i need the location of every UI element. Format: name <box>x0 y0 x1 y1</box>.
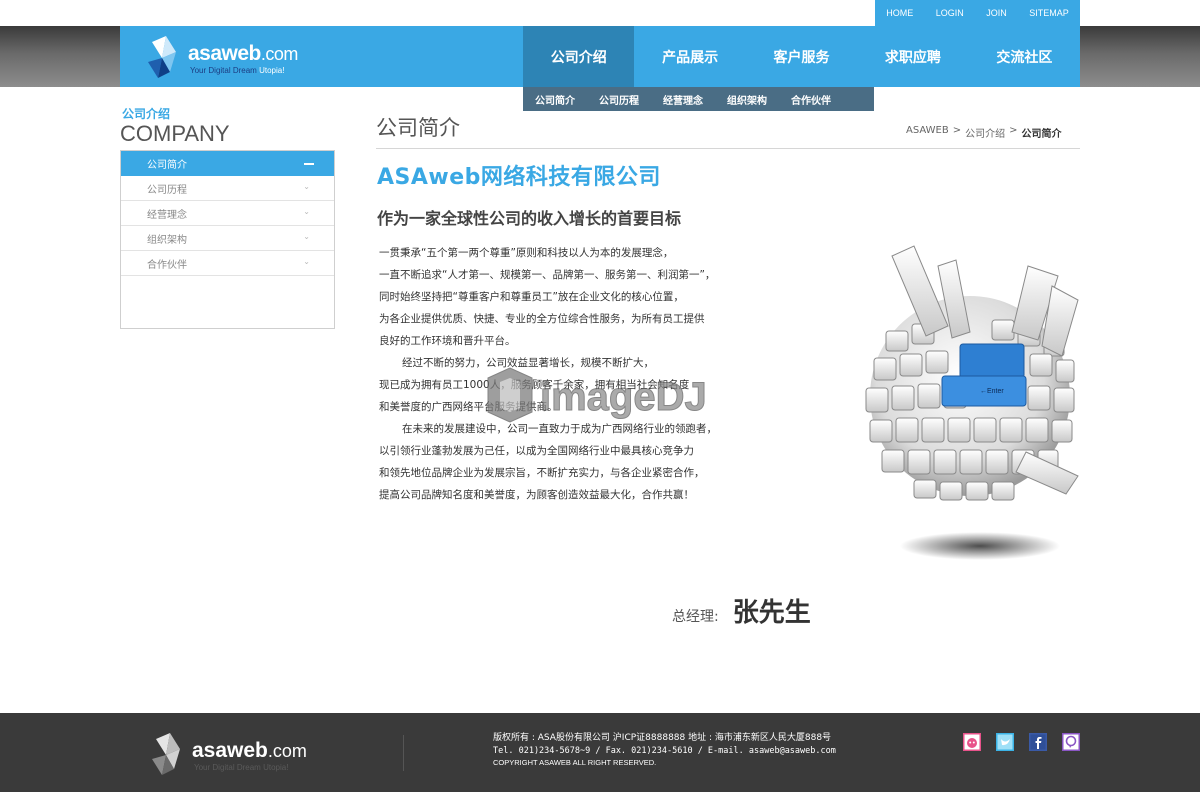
sidebar-item-philosophy[interactable]: 经营理念 ⌄ <box>121 201 334 226</box>
sidebar-title-cn: 公司介绍 <box>122 107 171 121</box>
company-name: ASAweb网络科技有限公司 <box>377 165 661 190</box>
footer-logo[interactable]: asaweb.com Your Digital Dream Utopia! <box>150 733 320 777</box>
header: asaweb.com Your Digital Dream Utopia! 公司… <box>120 26 1080 87</box>
sidebar-item-partners[interactable]: 合作伙伴 ⌄ <box>121 251 334 276</box>
nav-item-service[interactable]: 客户服务 <box>746 26 857 87</box>
sidebar-item-history[interactable]: 公司历程 ⌄ <box>121 176 334 201</box>
intro-line: 为各企业提供优质、快捷、专业的全方位综合性服务，为所有员工提供 <box>379 313 705 325</box>
intro-line: 一直不断追求“人才第一、规模第一、品牌第一、服务第一、利润第一”， <box>379 269 716 281</box>
content-subheading: 作为一家全球性公司的收入增长的首要目标 <box>377 209 682 228</box>
breadcrumb-section[interactable]: 公司介绍 <box>965 125 1005 140</box>
footer-company-address: 版权所有 : ASA股份有限公司 沪ICP证8888888 地址 : 海市浦东新… <box>493 733 832 743</box>
nav-item-community[interactable]: 交流社区 <box>969 26 1080 87</box>
sidebar-item-profile[interactable]: 公司简介 <box>121 151 334 176</box>
svg-text:imageDJ: imageDJ <box>540 375 707 419</box>
login-link[interactable]: LOGIN <box>936 8 964 18</box>
keyboard-globe-image: ←Enter <box>865 245 1079 560</box>
nav-item-company[interactable]: 公司介绍 <box>523 26 635 87</box>
chevron-down-icon: ⌄ <box>303 207 310 216</box>
page-title: 公司简介 <box>376 116 460 140</box>
twitter-icon[interactable] <box>996 733 1014 751</box>
footer-contact: Tel. 021)234-5678~9 / Fax. 021)234-5610 … <box>493 746 836 756</box>
footer-info: 版权所有 : ASA股份有限公司 沪ICP证8888888 地址 : 海市浦东新… <box>493 732 836 768</box>
sidebar-item-label: 公司简介 <box>147 159 187 171</box>
sidebar-item-structure[interactable]: 组织架构 ⌄ <box>121 226 334 251</box>
logo-tagline: Your Digital Dream Utopia! <box>190 66 285 75</box>
intro-line: 良好的工作环境和晋升平台。 <box>379 335 516 347</box>
gm-signature: 总经理: 张先生 <box>672 592 811 629</box>
gm-name: 张先生 <box>732 598 811 628</box>
sidebar-menu: 公司简介 公司历程 ⌄ 经营理念 ⌄ 组织架构 ⌄ 合作伙伴 ⌄ <box>120 150 335 329</box>
intro-line: 和领先地位品牌企业为发展宗旨，不断扩充实力，与各企业紧密合作， <box>379 467 705 479</box>
intro-line: 一贯秉承“五个第一两个尊重”原则和科技以人为本的发展理念， <box>379 247 674 259</box>
footer: asaweb.com Your Digital Dream Utopia! 版权… <box>0 713 1200 792</box>
utility-nav: HOME LOGIN JOIN SITEMAP <box>875 0 1080 26</box>
sidebar-item-label: 公司历程 <box>147 184 187 196</box>
subnav-item-history[interactable]: 公司历程 <box>587 92 651 107</box>
nav-item-jobs[interactable]: 求职应聘 <box>857 26 968 87</box>
chevron-down-icon: ⌄ <box>303 232 310 241</box>
home-link[interactable]: HOME <box>886 8 913 18</box>
breadcrumb: ASAWEB > 公司介绍 > 公司简介 <box>906 125 1062 140</box>
footer-logo-tagline: Your Digital Dream Utopia! <box>194 763 289 772</box>
gm-label: 总经理: <box>672 609 719 625</box>
footer-divider <box>403 735 404 771</box>
minus-icon <box>304 163 314 165</box>
sitemap-link[interactable]: SITEMAP <box>1029 8 1069 18</box>
breadcrumb-home[interactable]: ASAWEB <box>906 125 949 140</box>
footer-logo-mark-icon <box>152 733 180 775</box>
breadcrumb-separator: > <box>952 125 962 136</box>
sidebar-item-label: 合作伙伴 <box>147 259 187 271</box>
subnav-item-partners[interactable]: 合作伙伴 <box>779 92 843 107</box>
intro-line: 同时始终坚持把“尊重客户和尊重员工”放在企业文化的核心位置， <box>379 291 684 303</box>
title-divider <box>376 148 1080 149</box>
main-nav: 公司介绍 产品展示 客户服务 求职应聘 交流社区 <box>523 26 1080 87</box>
chevron-down-icon: ⌄ <box>303 257 310 266</box>
breadcrumb-current: 公司简介 <box>1021 129 1062 140</box>
subnav-item-philosophy[interactable]: 经营理念 <box>651 92 715 107</box>
chevron-down-icon: ⌄ <box>303 182 310 191</box>
watermark-logo: imageDJ <box>487 367 707 423</box>
page: HOME LOGIN JOIN SITEMAP asaweb.com Your … <box>0 0 1200 792</box>
sidebar-title-en: COMPANY <box>120 121 230 146</box>
enter-key-label: ←Enter <box>980 388 1004 395</box>
sidebar-item-label: 组织架构 <box>147 234 187 246</box>
logo-wordmark: asaweb.com <box>188 42 298 65</box>
breadcrumb-separator: > <box>1009 125 1018 136</box>
join-link[interactable]: JOIN <box>986 8 1007 18</box>
sidebar-item-label: 经营理念 <box>147 209 187 221</box>
logo-mark-icon <box>148 36 176 78</box>
intro-line: 以引领行业蓬勃发展为己任，以成为全国网络行业中最具核心竞争力 <box>379 445 694 457</box>
nav-item-products[interactable]: 产品展示 <box>634 26 745 87</box>
sub-nav: 公司简介 公司历程 经营理念 组织架构 合作伙伴 <box>523 87 874 111</box>
footer-logo-wordmark: asaweb.com <box>192 739 307 762</box>
footer-copyright: COPYRIGHT ASAWEB ALL RIGHT RESERVED. <box>493 758 657 767</box>
chat-icon[interactable] <box>1062 733 1080 751</box>
subnav-item-profile[interactable]: 公司简介 <box>523 92 587 107</box>
site-logo[interactable]: asaweb.com Your Digital Dream Utopia! <box>146 36 316 80</box>
intro-line: 提高公司品牌知名度和美誉度，为顾客创造效益最大化，合作共赢！ <box>379 489 694 501</box>
subnav-item-structure[interactable]: 组织架构 <box>715 92 779 107</box>
facebook-icon[interactable] <box>1029 733 1047 751</box>
douban-icon[interactable] <box>963 733 981 751</box>
